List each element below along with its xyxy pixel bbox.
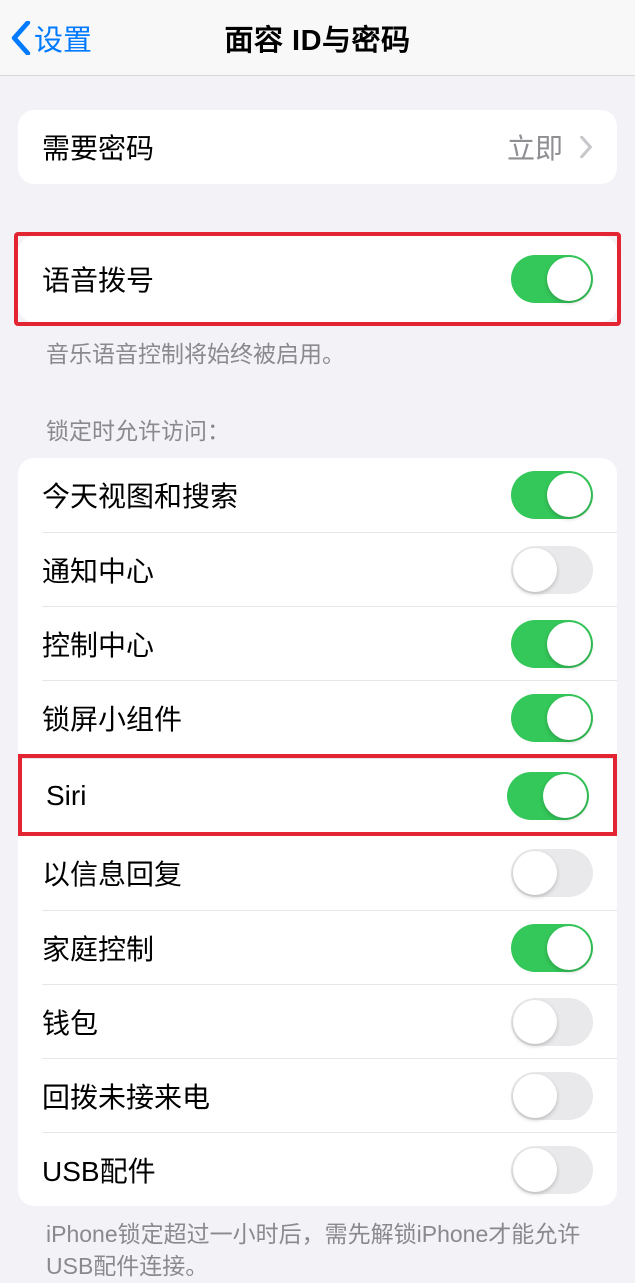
locked-access-toggle[interactable]: [511, 1146, 593, 1194]
voice-dial-section: 语音拨号: [18, 236, 617, 322]
locked-access-footer: iPhone锁定超过一小时后，需先解锁iPhone才能允许USB配件连接。: [18, 1206, 617, 1282]
voice-dial-label: 语音拨号: [42, 259, 154, 299]
locked-access-row: 控制中心: [42, 606, 617, 680]
locked-access-toggle[interactable]: [511, 849, 593, 897]
locked-access-toggle[interactable]: [511, 471, 593, 519]
locked-access-row: 以信息回复: [18, 836, 617, 910]
require-passcode-value: 立即: [507, 127, 563, 167]
locked-access-label: 以信息回复: [42, 853, 182, 893]
locked-access-row: 通知中心: [42, 532, 617, 606]
locked-access-row: 锁屏小组件: [42, 680, 617, 754]
locked-access-row: 家庭控制: [42, 910, 617, 984]
locked-access-toggle[interactable]: [511, 1072, 593, 1120]
locked-access-label: Siri: [46, 780, 86, 812]
nav-bar: 设置 面容 ID与密码: [0, 0, 635, 76]
locked-access-section: 今天视图和搜索通知中心控制中心锁屏小组件 Siri 以信息回复家庭控制钱包回拨未接来…: [18, 458, 617, 1206]
locked-access-toggle[interactable]: [511, 620, 593, 668]
chevron-right-icon: [579, 136, 593, 158]
locked-access-toggle[interactable]: [511, 924, 593, 972]
locked-access-label: 回拨未接来电: [42, 1076, 210, 1116]
locked-access-row: 今天视图和搜索: [18, 458, 617, 532]
back-label: 设置: [34, 17, 92, 59]
voice-dial-footer: 音乐语音控制将始终被启用。: [18, 326, 617, 370]
locked-access-toggle[interactable]: [511, 998, 593, 1046]
locked-access-toggle[interactable]: [511, 694, 593, 742]
back-button[interactable]: 设置: [10, 17, 92, 59]
voice-dial-highlight: 语音拨号: [14, 232, 621, 326]
locked-access-row: Siri: [22, 758, 613, 832]
locked-access-label: USB配件: [42, 1150, 156, 1190]
locked-access-label: 锁屏小组件: [42, 698, 182, 738]
chevron-left-icon: [10, 21, 32, 55]
locked-access-label: 今天视图和搜索: [42, 475, 238, 515]
locked-access-label: 家庭控制: [42, 928, 154, 968]
siri-highlight: Siri: [18, 754, 617, 836]
require-passcode-section: 需要密码 立即: [18, 110, 617, 184]
voice-dial-row: 语音拨号: [18, 236, 617, 322]
locked-access-toggle[interactable]: [507, 772, 589, 820]
locked-access-toggle[interactable]: [511, 546, 593, 594]
require-passcode-label: 需要密码: [42, 127, 154, 167]
locked-access-row: USB配件: [42, 1132, 617, 1206]
page-title: 面容 ID与密码: [224, 17, 410, 59]
require-passcode-row[interactable]: 需要密码 立即: [18, 110, 617, 184]
locked-access-row: 回拨未接来电: [42, 1058, 617, 1132]
locked-access-label: 控制中心: [42, 624, 154, 664]
locked-access-header: 锁定时允许访问：: [18, 370, 617, 458]
locked-access-label: 通知中心: [42, 550, 154, 590]
voice-dial-toggle[interactable]: [511, 255, 593, 303]
locked-access-label: 钱包: [42, 1002, 98, 1042]
locked-access-row: 钱包: [42, 984, 617, 1058]
